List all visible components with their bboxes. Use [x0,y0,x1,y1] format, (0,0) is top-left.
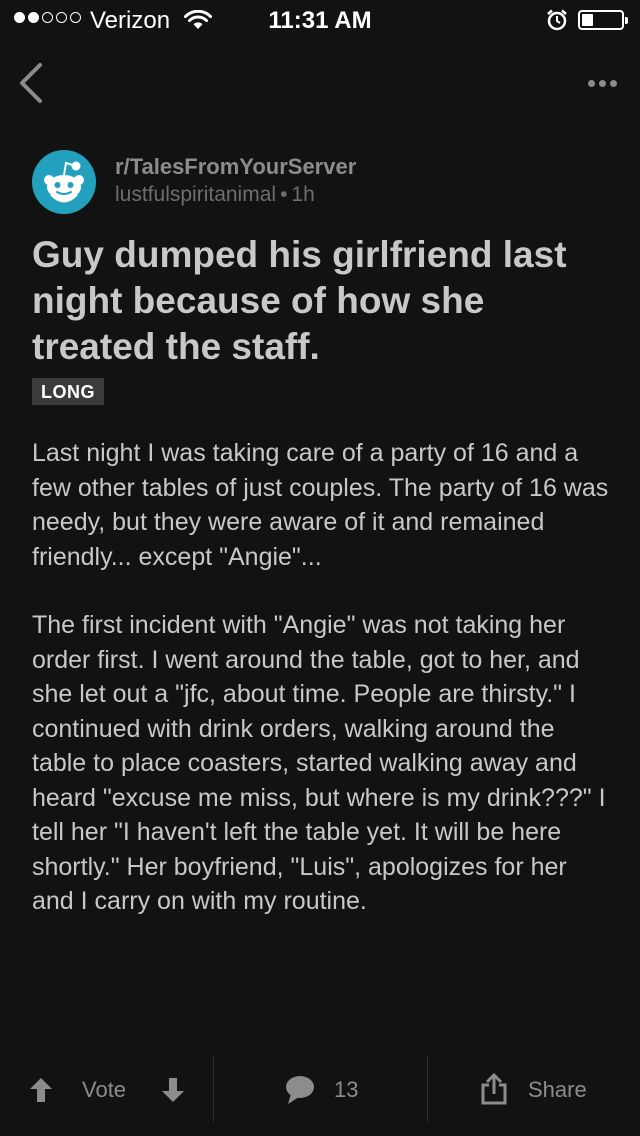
clock-time: 11:31 AM [268,7,372,34]
action-divider [213,1056,214,1122]
status-bar: Verizon 11:31 AM [0,0,640,40]
post-flair: LONG [32,378,104,405]
alarm-icon [547,9,567,31]
vote-label: Vote [82,1077,127,1102]
back-chevron-icon [20,63,42,103]
upvote-icon[interactable] [28,1076,54,1104]
share-icon [481,1072,507,1105]
battery-icon [578,10,628,30]
subreddit-avatar[interactable] [32,150,96,214]
comment-count: 13 [334,1077,359,1102]
post-author[interactable]: lustfulspiritanimal [115,183,276,206]
action-divider [427,1056,428,1122]
vote-section: Vote [28,1076,188,1104]
downvote-icon[interactable] [160,1076,186,1104]
meta-separator: • [280,183,288,206]
post-age: 1h [291,183,315,206]
share-button[interactable]: Share [480,1072,600,1106]
subreddit-name[interactable]: r/TalesFromYourServer [115,154,356,180]
post-meta: lustfulspiritanimal • 1h [115,183,315,207]
more-options-icon[interactable] [582,68,622,98]
post-action-bar: Vote 13 Share [0,1056,640,1136]
post-paragraph: The first incident with "Angie" was not … [32,611,606,915]
post-title: Guy dumped his girlfriend last night bec… [32,234,567,367]
post-body: Last night I was taking care of a party … [32,436,612,953]
navigation-bar [0,40,640,130]
comments-button[interactable]: 13 [284,1074,394,1106]
share-label: Share [528,1077,587,1102]
battery-level [582,14,593,26]
post-paragraph: Last night I was taking care of a party … [32,439,609,571]
comment-icon [286,1076,314,1104]
post-header: r/TalesFromYourServer lustfulspiritanima… [32,150,612,220]
reddit-alien-icon [44,161,84,203]
back-button[interactable] [10,58,60,108]
